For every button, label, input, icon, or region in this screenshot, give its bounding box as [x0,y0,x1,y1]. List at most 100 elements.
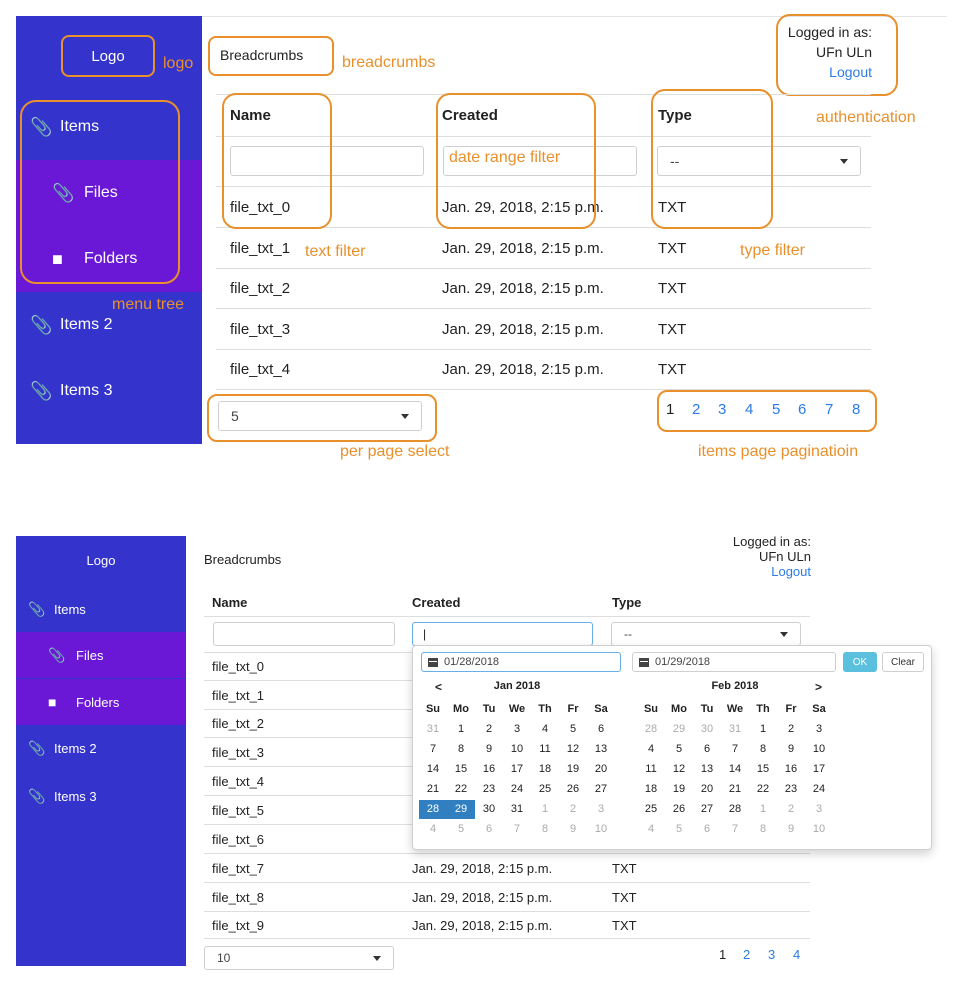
calendar-day[interactable]: 21 [419,780,447,799]
calendar-day[interactable]: 28 [637,720,665,739]
calendar-day[interactable]: 30 [693,720,721,739]
calendar-day[interactable]: 26 [559,780,587,799]
calendar-day[interactable]: 15 [447,760,475,779]
sidebar-item-folders[interactable]: ■ Folders [16,679,186,725]
calendar-day[interactable]: 6 [475,820,503,839]
calendar-day[interactable]: 27 [693,800,721,819]
calendar-day[interactable]: 19 [665,780,693,799]
calendar-day[interactable]: 2 [475,720,503,739]
start-date-input[interactable]: 01/28/2018 [421,652,621,672]
calendar-day[interactable]: 8 [447,740,475,759]
per-page-select[interactable]: 10 [204,946,394,970]
calendar-day[interactable]: 25 [531,780,559,799]
table-row[interactable]: file_txt_8 Jan. 29, 2018, 2:15 p.m. TXT [204,882,810,911]
calendar-day[interactable]: 7 [721,820,749,839]
calendar-day[interactable]: 11 [637,760,665,779]
calendar-day[interactable]: 31 [419,720,447,739]
calendar-day[interactable]: 12 [559,740,587,759]
prev-month-button[interactable]: < [435,680,442,694]
table-row[interactable]: file_txt_9 Jan. 29, 2018, 2:15 p.m. TXT [204,911,810,939]
name-text-filter[interactable] [213,622,395,646]
calendar-day[interactable]: 26 [665,800,693,819]
calendar-day[interactable]: 16 [777,760,805,779]
calendar-day[interactable]: 8 [749,740,777,759]
calendar-day[interactable]: 5 [559,720,587,739]
end-date-input[interactable]: 01/29/2018 [632,652,836,672]
calendar-day[interactable]: 9 [475,740,503,759]
calendar-day[interactable]: 10 [503,740,531,759]
calendar-day[interactable]: 7 [503,820,531,839]
calendar-day[interactable]: 18 [531,760,559,779]
table-row[interactable]: file_txt_3 Jan. 29, 2018, 2:15 p.m. TXT [216,308,871,349]
calendar-day[interactable]: 4 [637,740,665,759]
sidebar-item-items-2[interactable]: 📎 Items 2 [16,725,186,771]
calendar-day[interactable]: 6 [693,740,721,759]
calendar-day[interactable]: 4 [419,820,447,839]
calendar-day[interactable]: 10 [805,740,833,759]
calendar-day[interactable]: 9 [777,740,805,759]
calendar-day[interactable]: 24 [503,780,531,799]
calendar-day[interactable]: 22 [749,780,777,799]
ok-button[interactable]: OK [843,652,877,672]
table-row[interactable]: file_txt_7 Jan. 29, 2018, 2:15 p.m. TXT [204,853,810,882]
created-date-range-filter[interactable]: | [412,622,593,646]
calendar-day[interactable]: 7 [419,740,447,759]
column-header-name[interactable]: Name [212,588,247,616]
calendar-day[interactable]: 10 [587,820,615,839]
page-link-2[interactable]: 2 [743,947,750,962]
calendar-day[interactable]: 6 [693,820,721,839]
calendar-day[interactable]: 3 [503,720,531,739]
calendar-day[interactable]: 3 [587,800,615,819]
logo[interactable]: Logo [16,536,186,584]
calendar-day[interactable]: 19 [559,760,587,779]
calendar-day[interactable]: 5 [665,740,693,759]
table-row[interactable]: file_txt_2 Jan. 29, 2018, 2:15 p.m. TXT [216,268,871,308]
calendar-day[interactable]: 20 [693,780,721,799]
calendar-day[interactable]: 29 [665,720,693,739]
sidebar-item-items-3[interactable]: 📎 Items 3 [16,773,186,819]
calendar-day[interactable]: 7 [721,740,749,759]
breadcrumb[interactable]: Breadcrumbs [204,552,281,567]
calendar-day[interactable]: 16 [475,760,503,779]
type-select-filter[interactable]: -- [611,622,801,646]
calendar-day[interactable]: 22 [447,780,475,799]
calendar-day[interactable]: 30 [475,800,503,819]
calendar-day[interactable]: 9 [559,820,587,839]
calendar-day[interactable]: 2 [777,720,805,739]
calendar-day[interactable]: 2 [559,800,587,819]
calendar-day[interactable]: 28 [721,800,749,819]
calendar-day[interactable]: 9 [777,820,805,839]
calendar-day[interactable]: 13 [587,740,615,759]
table-row[interactable]: file_txt_4 Jan. 29, 2018, 2:15 p.m. TXT [216,349,871,390]
calendar-day[interactable]: 6 [587,720,615,739]
calendar-day[interactable]: 14 [419,760,447,779]
sidebar-item-items-3[interactable]: 📎 Items 3 [16,358,202,424]
calendar-day[interactable]: 17 [805,760,833,779]
calendar-day[interactable]: 8 [531,820,559,839]
calendar-day[interactable]: 18 [637,780,665,799]
calendar-day-selected[interactable]: 29 [447,800,475,819]
calendar-day[interactable]: 20 [587,760,615,779]
calendar-day[interactable]: 8 [749,820,777,839]
calendar-day[interactable]: 12 [665,760,693,779]
sidebar-item-items[interactable]: 📎 Items [16,586,186,632]
calendar-day[interactable]: 14 [721,760,749,779]
calendar-day[interactable]: 10 [805,820,833,839]
calendar-day[interactable]: 23 [475,780,503,799]
calendar-day[interactable]: 5 [665,820,693,839]
page-link-1[interactable]: 1 [719,947,726,962]
calendar-day-selected[interactable]: 28 [419,800,447,819]
calendar-day[interactable]: 25 [637,800,665,819]
calendar-day[interactable]: 13 [693,760,721,779]
calendar-day[interactable]: 2 [777,800,805,819]
calendar-day[interactable]: 21 [721,780,749,799]
calendar-day[interactable]: 17 [503,760,531,779]
calendar-day[interactable]: 5 [447,820,475,839]
calendar-day[interactable]: 23 [777,780,805,799]
calendar-day[interactable]: 31 [721,720,749,739]
calendar-day[interactable]: 24 [805,780,833,799]
calendar-day[interactable]: 4 [637,820,665,839]
calendar-day[interactable]: 1 [749,800,777,819]
calendar-day[interactable]: 31 [503,800,531,819]
calendar-day[interactable]: 27 [587,780,615,799]
